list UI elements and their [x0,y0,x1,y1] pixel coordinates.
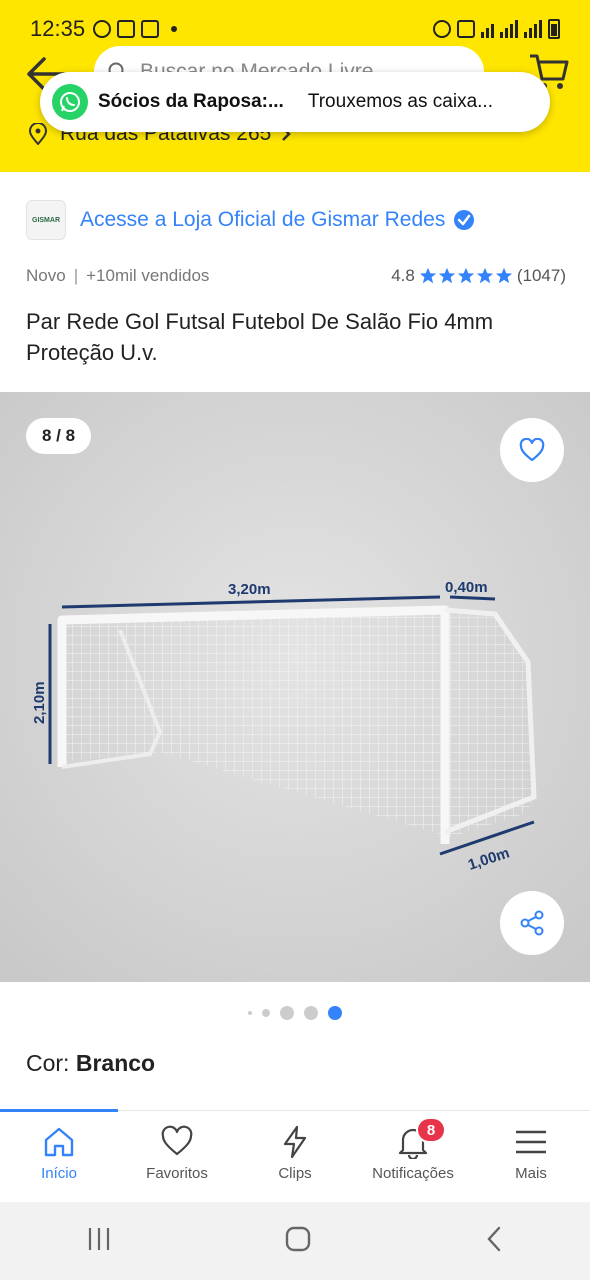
tab-label: Favoritos [146,1165,208,1182]
rating-summary[interactable]: 4.8 (1047) [391,266,566,286]
wifi-icon [481,20,494,38]
dimension-width: 3,20m [228,581,271,598]
dimension-depth-top: 0,40m [445,579,488,596]
product-meta-row: Novo | +10mil vendidos 4.8 (1047) [26,266,566,286]
whatsapp-icon [52,84,88,120]
variant-value: Branco [75,1050,156,1076]
dimension-height: 2,10m [31,681,48,724]
tab-clips[interactable]: Clips [236,1111,354,1202]
product-image-gallery[interactable]: 3,20m 0,40m 2,10m 1,00m 8 / 8 [0,392,590,982]
tab-notificacoes[interactable]: 8 Notificações [354,1111,472,1202]
tab-label: Mais [515,1165,547,1182]
tab-mais[interactable]: Mais [472,1111,590,1202]
heart-icon [161,1125,193,1156]
chevron-left-icon [487,1226,501,1251]
pagination-dot [262,1009,270,1017]
menu-icon [516,1130,546,1154]
pagination-dot [248,1011,252,1015]
signal-2-icon [524,20,542,38]
product-image: 3,20m 0,40m 2,10m 1,00m [0,392,590,982]
alarm-icon [433,20,451,38]
official-store-link[interactable]: Acesse a Loja Oficial de Gismar Redes [80,208,445,232]
star-icon [457,267,474,284]
tab-inicio[interactable]: Início [0,1111,118,1202]
battery-icon [548,19,560,39]
verified-badge-icon [454,210,475,230]
product-condition: Novo [26,266,66,285]
home-circle-icon [285,1226,311,1251]
location-pin-icon [28,123,48,145]
mute-icon [457,20,475,38]
variant-color: Cor: Branco [26,1050,155,1077]
message-status-icon [141,20,160,38]
sold-count: +10mil vendidos [86,266,210,285]
image-counter: 8 / 8 [26,418,92,454]
gallery-pagination [0,1006,590,1020]
tab-favoritos[interactable]: Favoritos [118,1111,236,1202]
star-icon [438,267,455,284]
pagination-dot [328,1006,342,1020]
pagination-dot [304,1006,318,1020]
official-store-row[interactable]: GISMAR Acesse a Loja Oficial de Gismar R… [26,200,475,240]
store-logo: GISMAR [26,200,66,240]
meta-separator: | [73,266,79,285]
more-dot-icon [171,26,178,32]
product-title: Par Rede Gol Futsal Futebol De Salão Fio… [26,309,494,365]
tab-label: Notificações [372,1165,454,1182]
lightning-icon [283,1125,307,1159]
recent-apps-button[interactable] [86,1226,112,1257]
favorite-button[interactable] [500,418,564,482]
system-navigation-bar [0,1202,590,1280]
whatsapp-notification[interactable]: Sócios da Raposa:... Trouxemos as caixa.… [40,72,550,132]
heart-icon [519,438,545,462]
status-system-icons [433,19,560,39]
gallery-status-icon [117,20,136,38]
bottom-tab-bar: Início Favoritos Clips 8 Notificações Ma… [0,1109,590,1202]
notification-message: Trouxemos as caixa... [307,91,493,112]
status-notification-icons [93,20,178,38]
notification-badge: 8 [416,1117,446,1143]
home-icon [44,1127,74,1157]
variant-label: Cor: [26,1050,70,1076]
signal-1-icon [500,20,518,38]
rating-value: 4.8 [391,266,415,285]
notification-title: Sócios da Raposa:... [98,91,284,112]
star-icon [476,267,493,284]
star-icon [495,267,512,284]
rating-stars [419,267,513,285]
whatsapp-status-icon [93,20,112,38]
home-system-button[interactable] [284,1225,312,1258]
pagination-dot [280,1006,294,1020]
tab-label: Clips [278,1165,312,1182]
recent-apps-icon [88,1227,110,1250]
store-logo-text: GISMAR [32,216,60,224]
star-icon [419,267,436,284]
review-count: (1047) [516,266,566,285]
tab-label: Início [41,1165,77,1182]
share-icon [520,910,544,936]
system-back-button[interactable] [484,1225,504,1258]
share-button[interactable] [500,891,564,955]
status-time: 12:35 [30,16,86,41]
